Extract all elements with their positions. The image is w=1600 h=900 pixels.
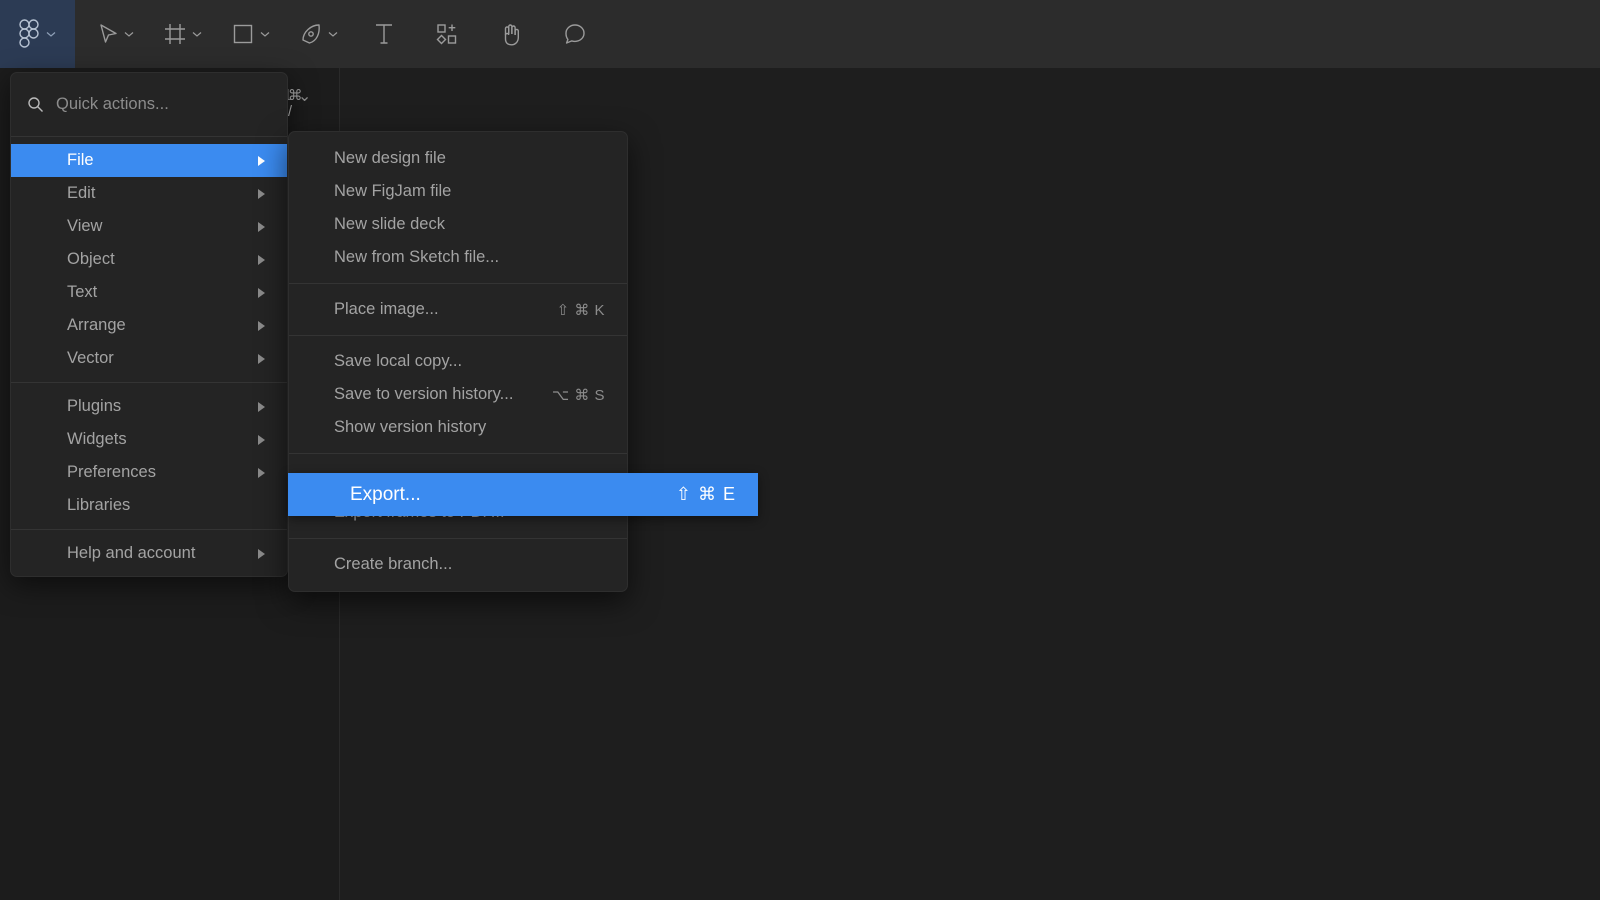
frame-icon	[163, 22, 187, 46]
shapes-plus-icon	[435, 22, 459, 46]
main-menu-panel: ⌘ / File Edit View Object Text Arrange	[10, 72, 303, 577]
comment-tool-button[interactable]	[543, 0, 607, 68]
chevron-down-icon[interactable]	[123, 28, 135, 40]
menu-item-label: View	[67, 217, 103, 235]
submenu-item-label: New FigJam file	[334, 182, 452, 200]
submenu-item-new-from-sketch-file[interactable]: New from Sketch file...	[289, 241, 627, 274]
quick-actions-row[interactable]: ⌘ /	[11, 79, 303, 129]
submenu-divider	[289, 335, 627, 336]
menu-divider	[11, 136, 287, 137]
hand-tool-button[interactable]	[479, 0, 543, 68]
submenu-divider	[289, 453, 627, 454]
submenu-item-label: New slide deck	[334, 215, 445, 233]
submenu-arrow-icon	[258, 548, 265, 559]
figma-app-window: 1 ⌄	[0, 0, 1600, 900]
menu-divider	[11, 529, 287, 530]
chevron-down-icon	[45, 28, 57, 40]
hand-icon	[499, 22, 523, 47]
cursor-arrow-icon	[97, 22, 119, 46]
submenu-item-export-highlighted[interactable]: Export... ⇧ ⌘ E	[288, 473, 758, 516]
submenu-arrow-icon	[258, 287, 265, 298]
menu-item-label: Arrange	[67, 316, 126, 334]
submenu-item-save-to-version-history[interactable]: Save to version history... ⌥ ⌘ S	[289, 378, 627, 411]
pen-tool-button[interactable]	[285, 0, 353, 68]
menu-item-label: Help and account	[67, 544, 196, 562]
submenu-item-show-version-history[interactable]: Show version history	[289, 411, 627, 444]
menu-item-plugins[interactable]: Plugins	[11, 390, 287, 423]
submenu-arrow-icon	[258, 188, 265, 199]
submenu-item-place-image[interactable]: Place image... ⇧ ⌘ K	[289, 293, 627, 326]
submenu-arrow-icon	[258, 254, 265, 265]
menu-item-object[interactable]: Object	[11, 243, 287, 276]
submenu-arrow-icon	[258, 155, 265, 166]
menu-item-widgets[interactable]: Widgets	[11, 423, 287, 456]
search-icon	[27, 96, 44, 113]
menu-item-label: File	[67, 151, 94, 169]
submenu-item-label: Save to version history...	[334, 385, 514, 403]
submenu-item-save-local-copy[interactable]: Save local copy...	[289, 345, 627, 378]
submenu-arrow-icon	[258, 401, 265, 412]
submenu-item-label: Place image...	[334, 300, 439, 318]
menu-item-edit[interactable]: Edit	[11, 177, 287, 210]
menu-item-label: Edit	[67, 184, 96, 202]
comment-bubble-icon	[563, 22, 587, 46]
submenu-arrow-icon	[258, 467, 265, 478]
submenu-arrow-icon	[258, 353, 265, 364]
submenu-item-new-design-file[interactable]: New design file	[289, 142, 627, 175]
chevron-down-icon[interactable]	[191, 28, 203, 40]
submenu-item-new-figjam-file[interactable]: New FigJam file	[289, 175, 627, 208]
menu-item-label: Object	[67, 250, 115, 268]
shape-tool-button[interactable]	[217, 0, 285, 68]
submenu-arrow-icon	[258, 320, 265, 331]
submenu-divider	[289, 283, 627, 284]
submenu-divider	[289, 538, 627, 539]
menu-item-label: Preferences	[67, 463, 156, 481]
menu-item-label: Vector	[67, 349, 114, 367]
submenu-item-shortcut: ⇧ ⌘ K	[556, 301, 605, 319]
quick-actions-shortcut: ⌘ /	[288, 88, 304, 120]
menu-item-label: Plugins	[67, 397, 122, 415]
text-tool-button[interactable]	[353, 0, 415, 68]
menu-item-help-and-account[interactable]: Help and account	[11, 537, 287, 570]
menu-divider	[11, 382, 287, 383]
rectangle-icon	[231, 22, 255, 46]
move-tool-button[interactable]	[75, 0, 149, 68]
submenu-item-label: New design file	[334, 149, 446, 167]
quick-actions-input[interactable]	[56, 94, 276, 114]
submenu-item-create-branch[interactable]: Create branch...	[289, 548, 627, 581]
chevron-down-icon[interactable]	[259, 28, 271, 40]
menu-item-label: Widgets	[67, 430, 127, 448]
submenu-item-label: Save local copy...	[334, 352, 463, 370]
figma-logo-button[interactable]	[0, 0, 75, 68]
text-t-icon	[373, 22, 395, 46]
menu-item-vector[interactable]: Vector	[11, 342, 287, 375]
submenu-arrow-icon	[258, 434, 265, 445]
submenu-arrow-icon	[258, 221, 265, 232]
main-toolbar	[0, 0, 1600, 68]
submenu-item-label: New from Sketch file...	[334, 248, 500, 266]
submenu-item-label: Show version history	[334, 418, 487, 436]
pen-icon	[299, 22, 323, 46]
menu-item-text[interactable]: Text	[11, 276, 287, 309]
submenu-item-shortcut: ⌥ ⌘ S	[551, 386, 605, 404]
submenu-item-label: Create branch...	[334, 555, 453, 573]
file-submenu-panel: New design file New FigJam file New slid…	[288, 131, 628, 592]
menu-item-preferences[interactable]: Preferences	[11, 456, 287, 489]
actions-tool-button[interactable]	[415, 0, 479, 68]
menu-item-arrange[interactable]: Arrange	[11, 309, 287, 342]
menu-item-label: Libraries	[67, 496, 131, 514]
chevron-down-icon[interactable]	[327, 28, 339, 40]
menu-item-label: Text	[67, 283, 98, 301]
menu-item-libraries[interactable]: Libraries	[11, 489, 287, 522]
submenu-item-new-slide-deck[interactable]: New slide deck	[289, 208, 627, 241]
submenu-item-label: Export...	[350, 483, 421, 505]
figma-logo-icon	[18, 19, 41, 49]
menu-item-file[interactable]: File	[11, 144, 287, 177]
frame-tool-button[interactable]	[149, 0, 217, 68]
menu-item-view[interactable]: View	[11, 210, 287, 243]
submenu-item-shortcut: ⇧ ⌘ E	[675, 484, 736, 504]
